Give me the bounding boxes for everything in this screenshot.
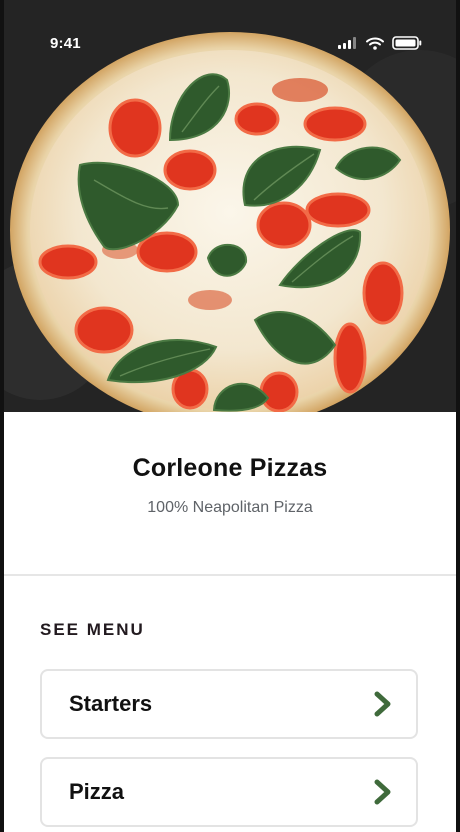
phone-bezel-right [456, 0, 460, 832]
status-icons [338, 36, 422, 50]
restaurant-tagline: 100% Neapolitan Pizza [147, 499, 313, 516]
menu-item-label: Pizza [69, 779, 125, 804]
menu-item-pizza[interactable]: Pizza [40, 757, 418, 827]
restaurant-name: Corleone Pizzas [132, 454, 328, 482]
menu-item-label: Starters [69, 691, 153, 716]
status-bar: 9:41 [0, 0, 460, 88]
section-divider [0, 574, 460, 576]
chevron-right-icon [374, 691, 391, 717]
battery-icon [392, 36, 422, 50]
phone-screen: 9:41 Corleone Pizzas 100% Neapolitan Piz… [0, 0, 460, 832]
status-time: 9:41 [50, 35, 81, 52]
wifi-icon [366, 37, 384, 50]
cellular-signal-icon [338, 37, 356, 49]
chevron-right-icon [374, 779, 391, 805]
menu-item-starters[interactable]: Starters [40, 669, 418, 739]
restaurant-info: Corleone Pizzas 100% Neapolitan Pizza [0, 412, 460, 574]
menu-heading: SEE MENU [40, 620, 145, 639]
phone-bezel-left [0, 0, 4, 832]
